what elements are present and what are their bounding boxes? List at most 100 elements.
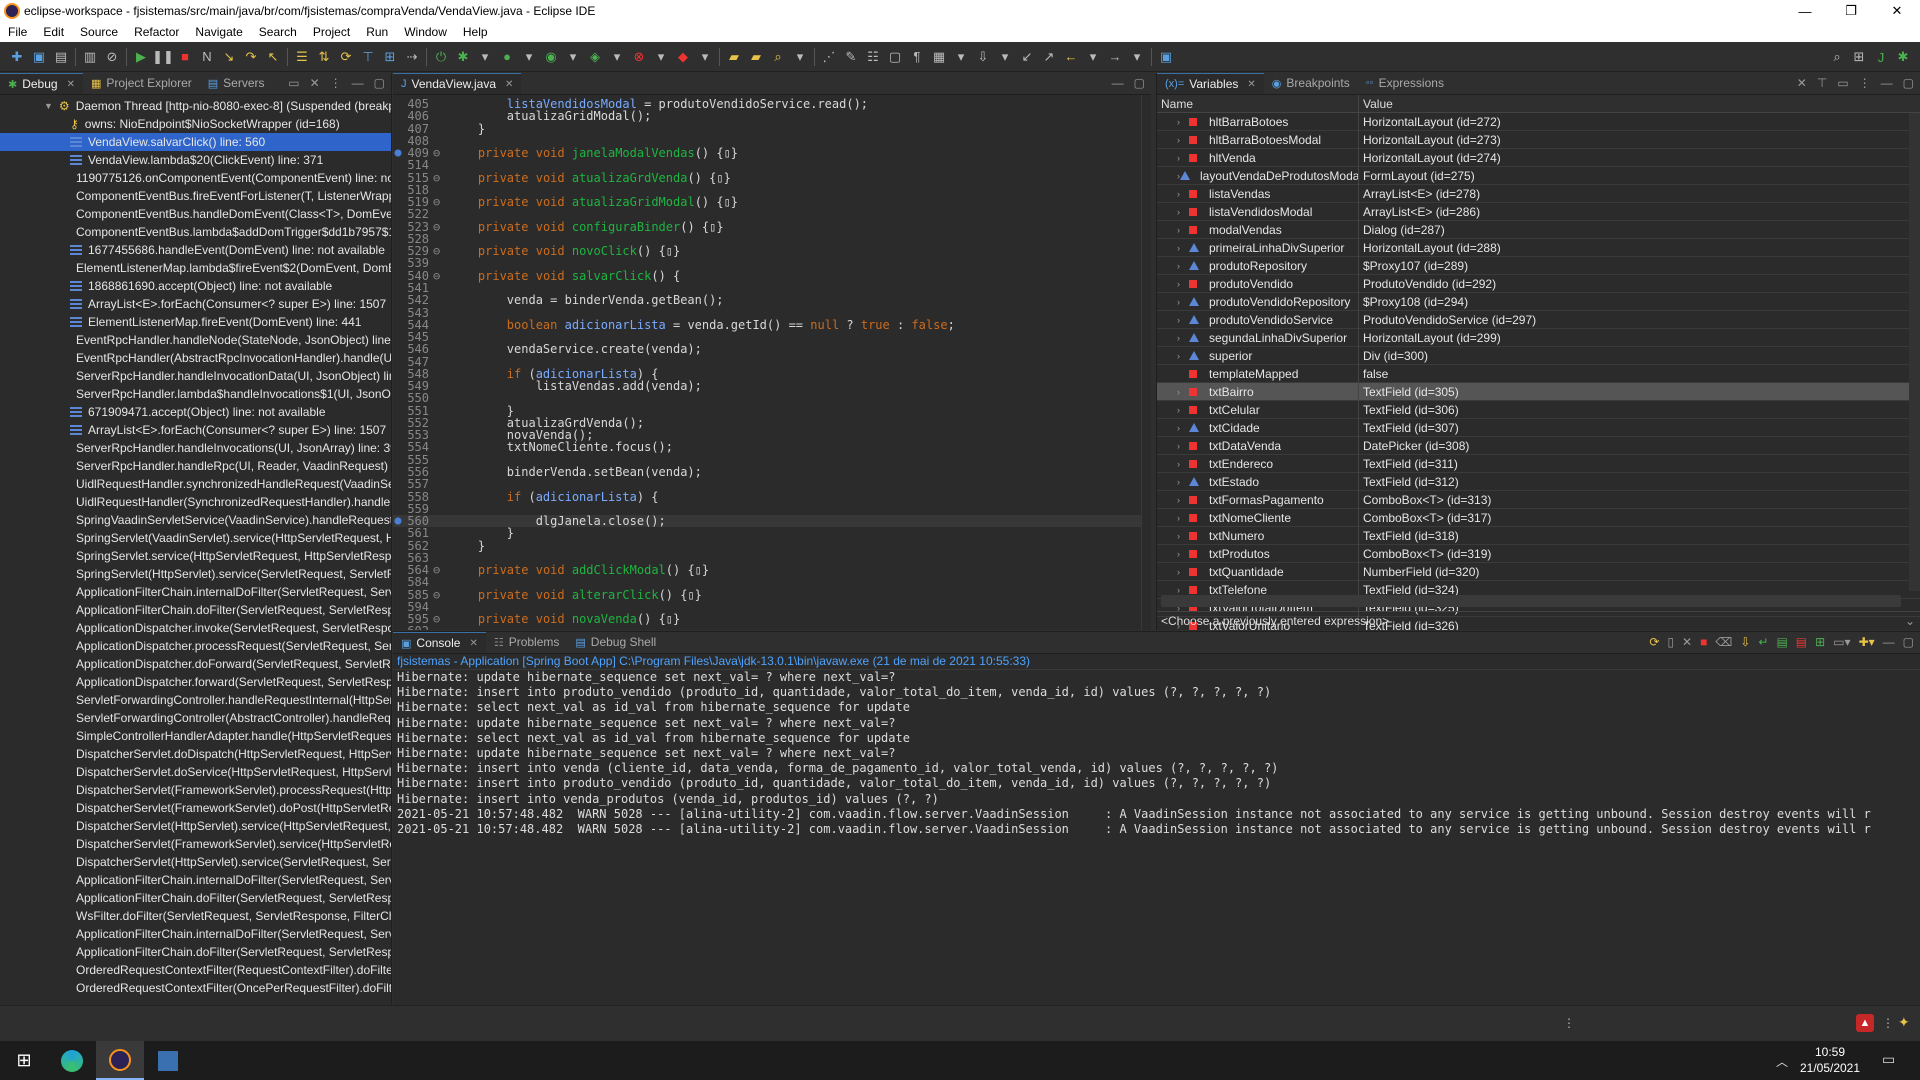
expand-arrow-icon[interactable]: › [1177, 135, 1189, 145]
stack-frame[interactable]: ApplicationFilterChain.internalDoFilter(… [0, 925, 391, 943]
toggle-mark-icon[interactable]: ⋰ [818, 46, 840, 68]
debug-icon[interactable]: ✱ [452, 46, 474, 68]
stack-frame[interactable]: 1190775126.onComponentEvent(ComponentEve… [0, 169, 391, 187]
terminate-icon[interactable]: ■ [174, 46, 196, 68]
show-type-names-icon[interactable]: ⊤ [1817, 76, 1827, 90]
code-line[interactable]: 585 ⊖ private void alterarClick() {▯} [393, 588, 1151, 601]
spring-boot-icon[interactable]: ⏻ [430, 46, 452, 68]
collapse-all-icon[interactable]: ▭ [1837, 76, 1848, 90]
stack-frame[interactable]: ApplicationFilterChain.doFilter(ServletR… [0, 889, 391, 907]
remove-all-icon[interactable]: ✕ [1797, 76, 1807, 90]
close-button[interactable]: ✕ [1874, 0, 1920, 22]
external-tools-dropdown-icon[interactable]: ▾ [606, 46, 628, 68]
variable-row[interactable]: › produtoVendidoService ProdutoVendidoServ… [1157, 310, 1920, 329]
display-console-icon[interactable]: ▭▾ [1833, 635, 1850, 649]
stack-frame[interactable]: ApplicationFilterChain.doFilter(ServletR… [0, 943, 391, 961]
fold-toggle[interactable]: ⊖ [433, 220, 449, 233]
show-stdout-icon[interactable]: ▤ [1776, 635, 1787, 649]
code-line[interactable]: 529 ⊖ private void novoClick() {▯} [393, 245, 1151, 258]
edit-icon[interactable]: ✎ [840, 46, 862, 68]
code-line[interactable]: 523 ⊖ private void configuraBinder() {▯} [393, 220, 1151, 233]
step-over-icon[interactable]: ↷ [240, 46, 262, 68]
coverage-icon[interactable]: ◉ [540, 46, 562, 68]
use-step-filters-icon[interactable]: ⇅ [313, 46, 335, 68]
expand-arrow-icon[interactable]: › [1177, 243, 1189, 253]
stack-frame[interactable]: ApplicationDispatcher.doForward(ServletR… [0, 655, 391, 673]
expand-arrow-icon[interactable]: › [1177, 441, 1189, 451]
stack-frame[interactable]: ServerRpcHandler.handleInvocations(UI, J… [0, 439, 391, 457]
maximize-button[interactable]: ❐ [1828, 0, 1874, 22]
stack-frame[interactable]: 1868861690.accept(Object) line: not avai… [0, 277, 391, 295]
expand-arrow-icon[interactable]: › [1177, 405, 1189, 415]
stack-frame[interactable]: VendaView.lambda$20(ClickEvent) line: 37… [0, 151, 391, 169]
code-line[interactable]: 550 [393, 392, 1151, 405]
next-annotation-dropdown-icon[interactable]: ▾ [994, 46, 1016, 68]
quick-search-icon[interactable]: ⌕ [1826, 46, 1848, 68]
minimize-view-icon[interactable]: — [1112, 76, 1124, 90]
variable-row[interactable]: › produtoRepository $Proxy107 (id=289) [1157, 256, 1920, 275]
annotation-icon[interactable]: ▦ [928, 46, 950, 68]
variable-row[interactable]: › listaVendas ArrayList<E> (id=278) [1157, 184, 1920, 203]
stack-frame[interactable]: UidlRequestHandler.synchronizedHandleReq… [0, 475, 391, 493]
variable-row[interactable]: › listaVendidosModal ArrayList<E> (id=286) [1157, 202, 1920, 221]
instrumentation-icon[interactable]: ⊞ [379, 46, 401, 68]
minimize-view-icon[interactable]: — [1881, 76, 1893, 90]
status-menu-icon[interactable]: ⋮ [1882, 1016, 1894, 1030]
variable-row[interactable]: › superior Div (id=300) [1157, 346, 1920, 365]
variable-row[interactable]: › txtEndereco TextField (id=311) [1157, 454, 1920, 473]
line-number[interactable]: 406 [393, 110, 433, 123]
tray-chevron-icon[interactable]: ︿ [1776, 1053, 1788, 1070]
terminate-icon[interactable]: ■ [1700, 635, 1707, 649]
stack-frame[interactable]: ArrayList<E>.forEach(Consumer<? super E>… [0, 421, 391, 439]
expand-arrow-icon[interactable]: › [1177, 531, 1189, 541]
stack-frame[interactable]: SimpleControllerHandlerAdapter.handle(Ht… [0, 727, 391, 745]
expand-arrow-icon[interactable]: › [1177, 513, 1189, 523]
code-line[interactable]: 561 } [393, 527, 1151, 540]
code-line[interactable]: 595 ⊖ private void novaVenda() {▯} [393, 613, 1151, 626]
start-button[interactable]: ⊞ [0, 1041, 48, 1080]
menu-item-run[interactable]: Run [358, 25, 396, 39]
tab-project-explorer[interactable]: ▦ Project Explorer [83, 73, 200, 94]
expand-arrow-icon[interactable]: › [1177, 225, 1189, 235]
code-line[interactable]: 558 if (adicionarLista) { [393, 490, 1151, 503]
line-number[interactable]: 546 [393, 343, 433, 356]
line-number[interactable]: 602 [393, 625, 433, 630]
menu-item-source[interactable]: Source [72, 25, 126, 39]
fold-toggle[interactable]: ⊖ [433, 171, 449, 184]
stack-frame[interactable]: ApplicationDispatcher.forward(ServletReq… [0, 673, 391, 691]
block-select-icon[interactable]: ☷ [862, 46, 884, 68]
expression-input[interactable]: <Choose a previously entered expression>… [1157, 611, 1920, 630]
stack-frame[interactable]: ComponentEventBus.fireEventForListener(T… [0, 187, 391, 205]
coverage-dropdown-icon[interactable]: ▾ [562, 46, 584, 68]
fold-toggle[interactable]: ⊖ [433, 588, 449, 601]
record-dropdown-icon[interactable]: ▾ [694, 46, 716, 68]
notification-icon[interactable]: ▲ [1856, 1014, 1874, 1032]
show-whitespace-icon[interactable]: ▢ [884, 46, 906, 68]
clock[interactable]: 10:59 21/05/2021 [1790, 1044, 1870, 1076]
variable-row[interactable]: › hltBarraBotoes HorizontalLayout (id=272) [1157, 112, 1920, 131]
line-number[interactable]: 522 [393, 208, 433, 221]
expand-arrow-icon[interactable]: › [1177, 207, 1189, 217]
tab-vendaview-java[interactable]: J VendaView.java ✕ [393, 73, 522, 94]
code-line[interactable]: 407 } [393, 122, 1151, 135]
step-into-icon[interactable]: ↘ [218, 46, 240, 68]
new-icon[interactable]: ✚ [6, 46, 28, 68]
pin-icon[interactable]: ↗ [1038, 46, 1060, 68]
print-icon[interactable]: ▥ [79, 46, 101, 68]
save-icon[interactable]: ▣ [28, 46, 50, 68]
stack-frame[interactable]: OrderedRequestContextFilter(RequestConte… [0, 961, 391, 979]
vertical-scrollbar[interactable] [1909, 113, 1920, 591]
step-return-icon[interactable]: ↖ [262, 46, 284, 68]
chevron-down-icon[interactable]: ⌄ [1905, 614, 1915, 628]
tab-expressions[interactable]: ◦◦ Expressions [1358, 73, 1452, 94]
show-stderr-icon[interactable]: ▤ [1796, 635, 1807, 649]
pilcrow-icon[interactable]: ¶ [906, 46, 928, 68]
scroll-lock-icon[interactable]: ⇩ [1740, 635, 1750, 649]
owns-node[interactable]: ⚷ owns: NioEndpoint$NioSocketWrapper (id=… [0, 115, 391, 133]
code-line[interactable]: 542 venda = binderVenda.getBean(); [393, 294, 1151, 307]
fold-toggle[interactable]: ⊖ [433, 196, 449, 209]
variable-row[interactable]: › txtNumero TextField (id=318) [1157, 526, 1920, 545]
name-column-header[interactable]: Name [1157, 95, 1359, 112]
expand-arrow-icon[interactable]: › [1177, 315, 1189, 325]
stack-frame[interactable]: VendaView.salvarClick() line: 560 [0, 133, 391, 151]
